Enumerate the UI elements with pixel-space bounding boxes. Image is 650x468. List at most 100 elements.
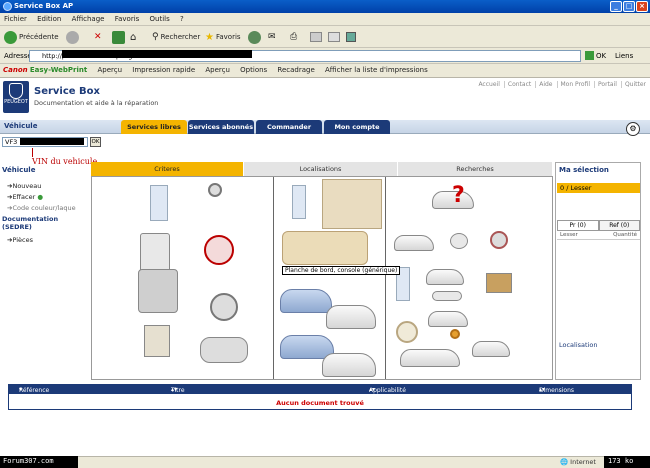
link-quitter[interactable]: Quitter [620,81,646,88]
link-aide[interactable]: Aide [535,81,553,88]
left-panel: Véhicule ➔Nouveau ➔Effacer ● ➔Code coule… [2,166,90,247]
links-label[interactable]: Liens [615,52,633,60]
address-label: Adresse [4,52,32,60]
canon-crop[interactable]: Recadrage [277,66,314,74]
col-applicabilite[interactable]: Applicabilité ▴▾ [369,386,406,394]
tools-category-icon[interactable] [150,185,168,221]
print-button[interactable]: ⎙ [290,30,297,44]
col-dimensions[interactable]: Dimensions ▴▾ [539,386,574,394]
check-icon: ● [37,193,44,201]
close-button[interactable]: × [636,1,648,12]
diagnostic-station-icon[interactable] [140,233,170,273]
catalog-tabs: Criteres Localisations Recherches [91,162,553,176]
home-icon: ⌂ [130,31,137,43]
wiring-icon[interactable] [432,291,462,301]
settings-gear-icon[interactable]: ⚙ [626,122,640,136]
discuss-button[interactable] [328,30,340,44]
car-body-rear-icon[interactable] [326,305,376,329]
tab-pr[interactable]: Pr (0) [557,220,599,231]
tab-mon-compte[interactable]: Mon compte [324,120,390,134]
menu-edition[interactable]: Edition [37,15,61,23]
maximize-button[interactable]: □ [623,1,635,12]
col-reference[interactable]: Référence ▾ [19,386,49,394]
col-quantite: Quantité [613,232,637,238]
back-button[interactable]: Précédente [4,30,59,44]
app-title: Service Box [34,86,100,97]
menu-favoris[interactable]: Favoris [115,15,140,23]
go-button[interactable]: OK [585,51,606,60]
car-electrical-icon[interactable] [426,269,464,285]
tab-localisations[interactable]: Localisations [244,162,398,176]
address-redaction [62,50,252,58]
link-pieces[interactable]: ➔Pièces [7,236,90,244]
favorites-button[interactable]: ★ Favoris [205,30,241,44]
link-code-couleur[interactable]: ➔Code couleur/laque [7,204,90,212]
battery-icon[interactable] [486,273,512,293]
tab-commander[interactable]: Commander [256,120,322,134]
minimize-button[interactable]: _ [610,1,622,12]
forum-watermark: Forum307.com [0,456,78,468]
car-identification-icon[interactable] [394,235,434,251]
vin-ok-button[interactable]: OK [90,137,101,147]
menu-fichier[interactable]: Fichier [4,15,27,23]
link-effacer[interactable]: ➔Effacer ● [7,193,90,201]
internet-zone: 🌐 Internet [560,458,596,466]
menu-affichage[interactable]: Affichage [72,15,105,23]
car-exterior-icon[interactable] [472,341,510,357]
suspension-icon[interactable] [208,183,222,197]
canon-preview[interactable]: Aperçu [97,66,122,74]
gearbox-icon[interactable] [144,325,170,357]
warning-light-icon[interactable] [450,329,460,339]
menu-outils[interactable]: Outils [150,15,170,23]
tab-ref[interactable]: Ref (0) [598,220,640,231]
car-body-front-icon[interactable] [280,289,332,313]
brake-disc-icon[interactable] [204,235,234,265]
history-button[interactable] [248,30,261,44]
edit-button[interactable] [310,30,322,44]
seat-icon[interactable] [322,179,382,229]
top-links: Accueil Contact Aide Mon Profil Portail … [475,81,646,88]
tab-criteres[interactable]: Criteres [91,162,244,176]
messenger-button[interactable] [346,30,356,44]
mail-button[interactable]: ✉ [268,30,276,44]
item-tooltip: Planche de bord, console (générique) [282,266,401,275]
car-interior-icon[interactable] [428,311,468,327]
transmission-icon[interactable] [200,337,248,363]
canon-quick-print[interactable]: Impression rapide [132,66,195,74]
steering-wheel-icon[interactable] [396,321,418,343]
car-cutaway-icon[interactable] [400,349,460,367]
localisation-link[interactable]: Localisation [559,341,597,349]
link-profil[interactable]: Mon Profil [556,81,590,88]
code-couleur-label: Code couleur/laque [12,204,76,212]
canon-brand: Canon [3,66,28,74]
stop-button[interactable]: ✕ [94,30,102,44]
canon-options[interactable]: Options [240,66,267,74]
menu-help[interactable]: ? [180,15,184,23]
engine-icon[interactable] [138,269,178,313]
headlamp-icon[interactable] [490,231,508,249]
edit-icon [310,32,322,42]
col-titre[interactable]: Titre ▴▾ [171,386,185,394]
window-titlebar: Service Box AP _ □ × [0,0,650,13]
link-contact[interactable]: Contact [503,81,531,88]
canon-preview-2[interactable]: Aperçu [205,66,230,74]
clutch-icon[interactable] [210,293,238,321]
body-tools-icon[interactable] [292,185,306,219]
wrench-icon[interactable] [450,233,468,249]
home-button[interactable]: ⌂ [130,30,136,44]
tab-services-abonnes[interactable]: Services abonnés [188,120,254,134]
address-bar: Adresse http://publ...ervicebox.peugeot.… [0,48,650,64]
link-accueil[interactable]: Accueil [475,81,499,88]
tab-recherches[interactable]: Recherches [398,162,553,176]
link-portail[interactable]: Portail [594,81,617,88]
search-button[interactable]: ⚲ Rechercher [152,30,200,44]
dashboard-icon[interactable] [282,231,368,265]
car-body-lower-icon[interactable] [322,353,376,377]
link-nouveau[interactable]: ➔Nouveau [7,182,90,190]
forward-button[interactable] [66,30,79,44]
tab-services-libres[interactable]: Services libres [121,120,187,134]
selection-bar[interactable]: 0 / Lesser [557,183,640,193]
question-mark-icon[interactable]: ? [452,183,465,208]
refresh-button[interactable] [112,30,125,44]
canon-print-list[interactable]: Afficher la liste d'impressions [325,66,428,74]
